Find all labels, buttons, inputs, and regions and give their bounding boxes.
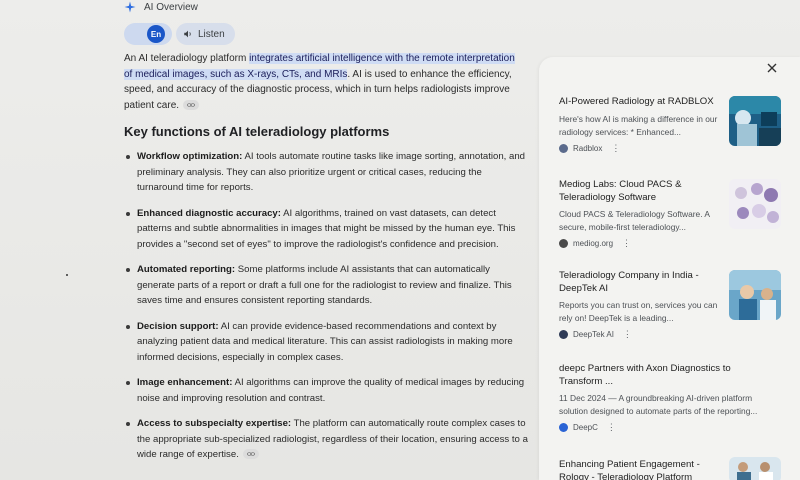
source-title[interactable]: Teleradiology Company in India - DeepTek… <box>559 270 721 295</box>
language-toggle[interactable]: En <box>124 23 172 45</box>
bullet <box>126 381 130 385</box>
deepc-favicon-icon <box>559 423 568 433</box>
source-thumbnail <box>729 457 781 480</box>
source-title[interactable]: Enhancing Patient Engagement - Rology - … <box>559 459 721 480</box>
function-term: Image enhancement: <box>137 377 233 388</box>
source-site: DeepC <box>573 423 598 433</box>
source-snippet: Here's how AI is making a difference in … <box>559 113 718 137</box>
source-site: DeepTek AI <box>573 330 614 340</box>
overview-controls: En Listen <box>124 23 235 45</box>
bullet <box>126 155 130 159</box>
search-results-page: AI Overview En Listen An AI teleradiolog… <box>0 0 800 480</box>
intro-pre: An AI teleradiology platform <box>124 53 250 64</box>
function-term: Workflow optimization: <box>137 151 243 162</box>
source-card-deeptek[interactable]: Teleradiology Company in India - DeepTek… <box>559 270 784 340</box>
function-term: Access to subspecialty expertise: <box>137 418 292 429</box>
section-title: Key functions of AI teleradiology platfo… <box>124 124 390 139</box>
source-title[interactable]: deepc Partners with Axon Diagnostics to … <box>559 363 774 388</box>
bullet <box>126 211 130 216</box>
function-term: Decision support: <box>137 320 219 332</box>
listen-button[interactable]: Listen <box>176 23 235 45</box>
bullet <box>126 324 130 329</box>
source-snippet: Cloud PACS & Teleradiology Software. A s… <box>559 209 710 233</box>
sparkle-icon <box>124 1 136 13</box>
function-term: Enhanced diagnostic accuracy: <box>137 207 281 219</box>
list-item: Access to subspecialty expertise: The pl… <box>124 416 529 463</box>
list-item: Automated reporting: Some platforms incl… <box>124 262 529 309</box>
bullet <box>126 268 130 272</box>
close-button[interactable] <box>764 60 780 76</box>
listen-label: Listen <box>198 28 225 40</box>
source-card-mediog[interactable]: Mediog Labs: Cloud PACS & Teleradiology … <box>559 179 784 249</box>
link-icon <box>187 103 195 107</box>
sources-panel: AI-Powered Radiology at RADBLOX Here's h… <box>539 57 800 480</box>
more-vert-icon[interactable]: ⋮ <box>623 329 632 340</box>
source-card-radblox[interactable]: AI-Powered Radiology at RADBLOX Here's h… <box>559 96 784 154</box>
source-meta: DeepTek AI ⋮ <box>559 329 784 340</box>
source-site: mediog.org <box>573 239 614 249</box>
source-link-chip[interactable] <box>242 449 259 460</box>
function-term: Automated reporting: <box>137 264 236 275</box>
decorative-dot <box>66 274 68 276</box>
source-snippet: Reports you can trust on, services you c… <box>559 300 718 324</box>
intro-paragraph: An AI teleradiology platform integrates … <box>124 51 524 113</box>
language-toggle-knob[interactable]: En <box>147 25 165 43</box>
radblox-favicon-icon <box>559 143 568 153</box>
more-vert-icon[interactable]: ⋮ <box>622 238 631 249</box>
source-thumbnail <box>729 179 781 229</box>
source-date: 11 Dec 2024 <box>559 393 606 403</box>
source-snippet-wrap: 11 Dec 2024 — A groundbreaking AI-driven… <box>559 393 758 417</box>
more-vert-icon[interactable]: ⋮ <box>611 143 620 154</box>
list-item: Enhanced diagnostic accuracy: AI algorit… <box>124 206 529 253</box>
source-title[interactable]: Mediog Labs: Cloud PACS & Teleradiology … <box>559 179 721 204</box>
close-icon <box>767 63 777 73</box>
deeptek-favicon-icon <box>559 330 568 340</box>
source-thumbnail <box>729 96 781 146</box>
ai-overview-header: AI Overview <box>124 0 198 14</box>
link-icon <box>247 452 255 457</box>
source-link-chip[interactable] <box>183 99 200 110</box>
source-meta: mediog.org ⋮ <box>559 238 784 249</box>
source-thumbnail <box>729 270 781 320</box>
source-title[interactable]: AI-Powered Radiology at RADBLOX <box>559 96 721 109</box>
source-card-deepc[interactable]: deepc Partners with Axon Diagnostics to … <box>559 363 784 433</box>
mediog-favicon-icon <box>559 239 568 249</box>
list-item: Decision support: AI can provide evidenc… <box>124 319 529 366</box>
speaker-icon <box>184 30 191 38</box>
source-card-rology[interactable]: Enhancing Patient Engagement - Rology - … <box>559 457 784 480</box>
source-site: Radblox <box>573 143 603 153</box>
ai-overview-label: AI Overview <box>144 1 198 13</box>
more-vert-icon[interactable]: ⋮ <box>607 422 616 433</box>
functions-list: Workflow optimization: AI tools automate… <box>124 149 529 473</box>
list-item: Workflow optimization: AI tools automate… <box>124 149 529 196</box>
list-item: Image enhancement: AI algorithms can imp… <box>124 375 529 406</box>
source-meta: DeepC ⋮ <box>559 422 784 433</box>
bullet <box>126 422 130 426</box>
